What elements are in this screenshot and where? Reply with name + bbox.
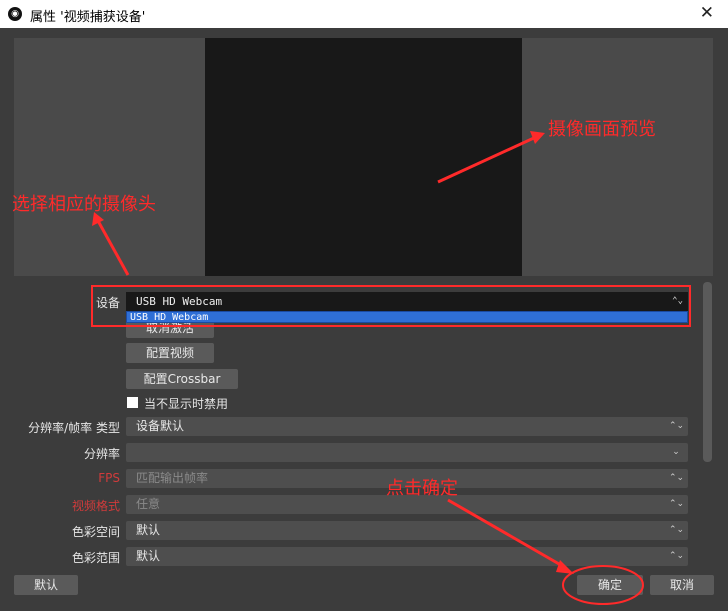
device-highlight-box — [91, 285, 691, 327]
ok-highlight-ellipse — [562, 565, 644, 605]
select-camera-arrow — [95, 218, 130, 276]
annotation-overlay — [91, 131, 691, 605]
preview-arrow — [437, 135, 537, 184]
click-ok-annotation: 点击确定 — [386, 478, 458, 499]
click-ok-arrow — [447, 498, 567, 570]
select-camera-annotation: 选择相应的摄像头 — [12, 194, 156, 215]
preview-annotation: 摄像画面预览 — [548, 119, 656, 140]
